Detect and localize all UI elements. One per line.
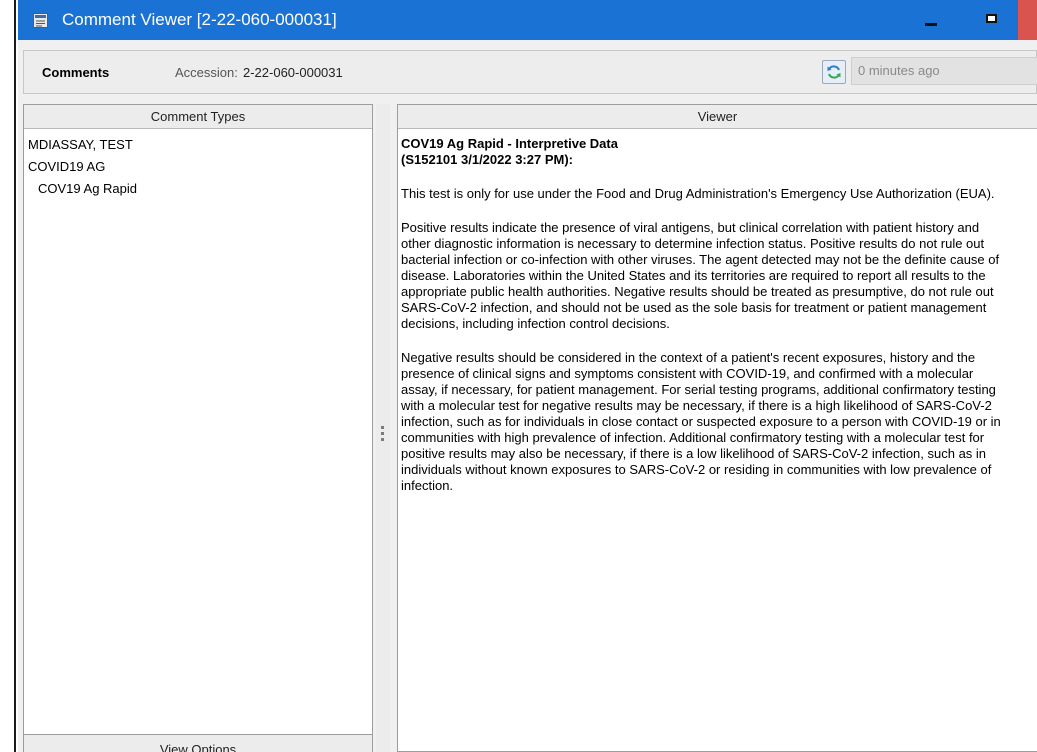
comment-type-item[interactable]: COVID19 AG (24, 156, 372, 178)
left-edge-line (14, 0, 16, 752)
maximize-icon (986, 14, 997, 23)
viewer-header[interactable]: Viewer (398, 105, 1037, 129)
minimize-icon (925, 23, 937, 26)
window-title: Comment Viewer [2-22-060-000031] (62, 10, 337, 29)
comment-types-header[interactable]: Comment Types (24, 105, 372, 129)
left-edge (0, 0, 18, 752)
minimize-button[interactable] (909, 0, 953, 40)
section-label: Comments (42, 65, 110, 80)
panel-splitter[interactable] (376, 104, 390, 752)
comment-paragraph: Negative results should be considered in… (401, 350, 1001, 493)
comment-types-list: MDIASSAY, TEST COVID19 AG COV19 Ag Rapid (24, 129, 372, 200)
refresh-icon (827, 65, 841, 79)
comment-type-item[interactable]: MDIASSAY, TEST (24, 134, 372, 156)
comment-title: COV19 Ag Rapid - Interpretive Data (401, 136, 618, 151)
document-icon (33, 13, 48, 28)
comments-header: Comments Accession: 2-22-060-000031 0 mi… (23, 50, 1037, 94)
title-bar[interactable]: Comment Viewer [2-22-060-000031] (18, 0, 1037, 40)
comment-meta: (S152101 3/1/2022 3:27 PM): (401, 152, 573, 167)
comment-types-panel: Comment Types MDIASSAY, TEST COVID19 AG … (23, 104, 373, 752)
refresh-button[interactable] (822, 60, 846, 84)
comment-paragraph: Positive results indicate the presence o… (401, 220, 1000, 331)
accession-label: Accession: (175, 65, 238, 80)
accession-value: 2-22-060-000031 (243, 65, 343, 80)
viewer-panel: Viewer COV19 Ag Rapid - Interpretive Dat… (397, 104, 1037, 752)
comment-viewer-window: Comment Viewer [2-22-060-000031] Comment… (18, 0, 1037, 752)
splitter-grip-icon (381, 426, 384, 444)
comment-text-area[interactable]: COV19 Ag Rapid - Interpretive Data (S152… (398, 129, 1010, 494)
last-updated-field: 0 minutes ago (851, 57, 1037, 85)
comment-type-item[interactable]: COV19 Ag Rapid (24, 178, 372, 200)
close-button[interactable] (1018, 0, 1037, 40)
view-options-button[interactable]: View Options (23, 734, 373, 752)
maximize-button[interactable] (970, 0, 1014, 40)
comment-paragraph: This test is only for use under the Food… (401, 186, 995, 201)
